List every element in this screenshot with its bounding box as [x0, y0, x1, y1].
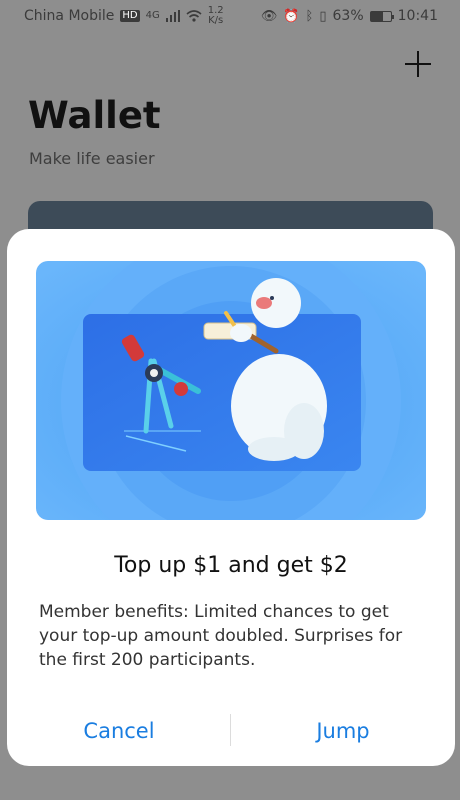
- network-speed: 1.2 K/s: [208, 6, 224, 26]
- signal-icon: [165, 10, 180, 22]
- bluetooth-icon: ᛒ: [305, 8, 314, 24]
- vibrate-icon: ▯: [319, 8, 327, 24]
- battery-percent: 63%: [332, 8, 364, 24]
- status-right: 👁 ⏰ ᛒ ▯ 63% 10:41: [261, 8, 438, 24]
- dialog-title: Top up $1 and get $2: [114, 553, 348, 578]
- clock: 10:41: [397, 8, 438, 24]
- promo-banner-image: [36, 261, 426, 520]
- network-type: 4G: [145, 10, 160, 21]
- promo-dialog: Top up $1 and get $2 Member benefits: Li…: [7, 229, 455, 766]
- eye-icon: 👁: [260, 8, 278, 24]
- battery-icon: [369, 10, 394, 22]
- network-speed-unit: K/s: [208, 15, 224, 26]
- jump-button[interactable]: Jump: [231, 703, 455, 759]
- alarm-icon: ⏰: [283, 8, 300, 24]
- status-left: China Mobile HD 4G 1.2 K/s: [24, 6, 224, 26]
- status-bar: China Mobile HD 4G 1.2 K/s 👁 ⏰ ᛒ ▯ 63% 1…: [0, 0, 460, 32]
- hd-badge: HD: [120, 10, 140, 22]
- plus-icon[interactable]: [402, 48, 434, 80]
- page-title: Wallet: [28, 94, 161, 137]
- cancel-button[interactable]: Cancel: [7, 703, 231, 759]
- carrier-name: China Mobile: [24, 8, 115, 24]
- battery-fill: [370, 11, 384, 21]
- wifi-icon: [186, 10, 202, 22]
- page-subtitle: Make life easier: [29, 149, 155, 168]
- dialog-body: Member benefits: Limited chances to get …: [39, 602, 403, 670]
